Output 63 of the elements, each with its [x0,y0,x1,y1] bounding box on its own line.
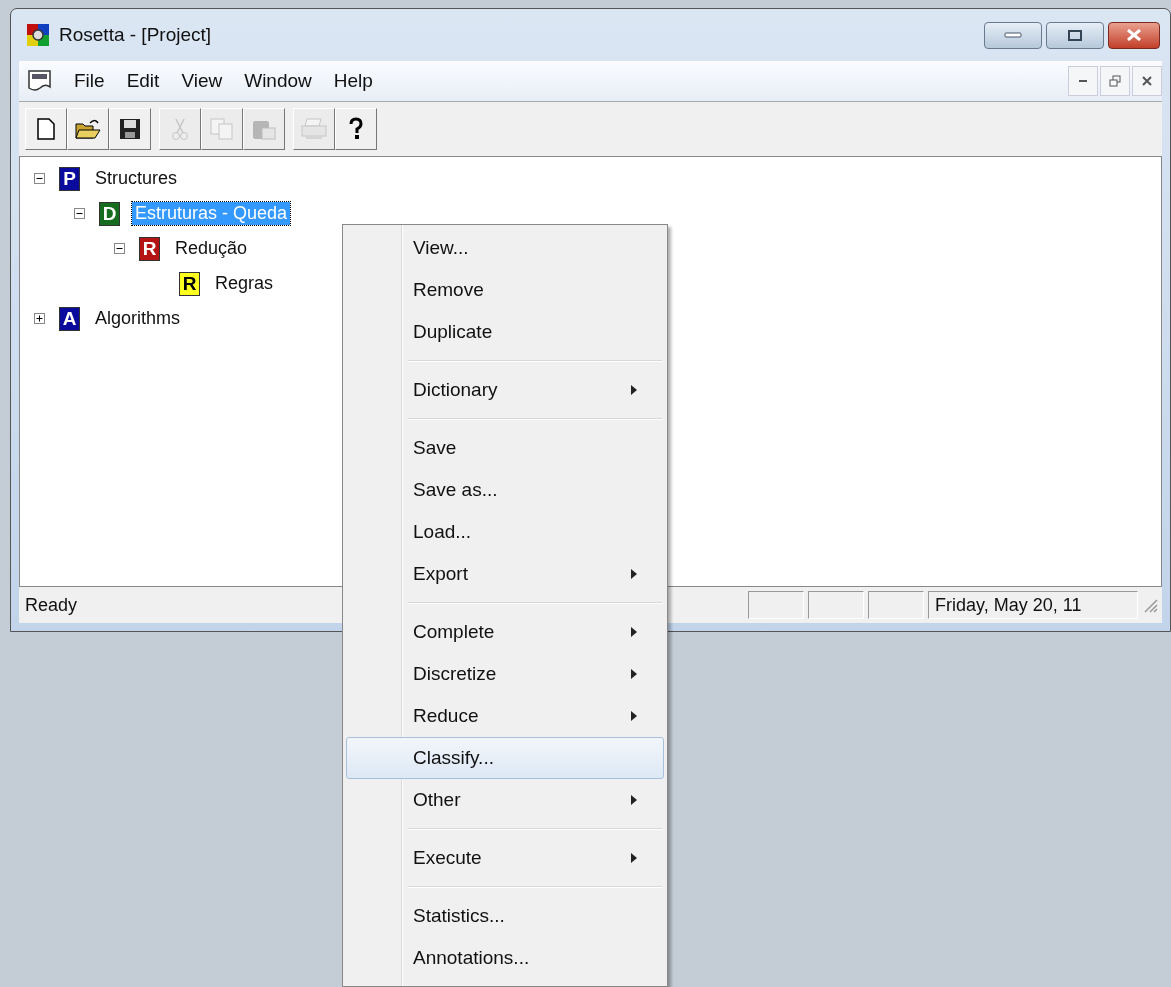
node-badge: P [59,166,80,191]
close-icon [1126,29,1142,41]
page-icon [37,118,55,140]
window-title: Rosetta - [Project] [59,24,212,46]
expand-icon[interactable] [34,313,45,324]
close-icon [1142,76,1152,86]
minimize-button[interactable] [984,21,1042,49]
menu-item[interactable]: Execute [346,837,664,879]
tree-item[interactable]: Structures [92,167,181,190]
folder-icon [75,118,101,140]
menu-item[interactable]: Classify... [346,737,664,779]
status-pane [868,591,924,619]
collapse-icon[interactable] [34,173,45,184]
menu-item[interactable]: View... [346,227,664,269]
status-date: Friday, May 20, 11 [928,591,1138,619]
open-tool-button[interactable] [67,108,109,150]
menu-item[interactable]: Other [346,779,664,821]
minimize-icon [1078,79,1088,83]
menu-item[interactable]: View [170,66,234,96]
status-pane [748,591,804,619]
node-badge: A [59,306,80,331]
menu-item[interactable]: Load... [346,511,664,553]
close-button[interactable] [1108,21,1160,49]
save-tool-button[interactable] [109,108,151,150]
help-tool-button[interactable] [335,108,377,150]
document-icon[interactable] [27,69,53,93]
collapse-icon[interactable] [114,243,125,254]
menu-item[interactable]: Save [346,427,664,469]
menu-item[interactable]: Remove [346,269,664,311]
app-icon [27,24,49,46]
copy-icon [210,118,234,140]
menu-item[interactable]: Complete [346,611,664,653]
tree-item[interactable]: Redução [172,237,251,260]
question-mark-icon [348,117,364,141]
menu-item[interactable]: Annotations... [346,937,664,979]
menu-item[interactable]: Duplicate [346,311,664,353]
status-pane [808,591,864,619]
menu-item[interactable]: Dictionary [346,369,664,411]
restore-icon [1109,75,1121,87]
collapse-icon[interactable] [74,208,85,219]
menu-item[interactable]: Export [346,553,664,595]
menu-item[interactable]: Edit [115,66,171,96]
menu-item[interactable]: Reduce [346,695,664,737]
resize-grip-icon[interactable] [1142,597,1158,613]
menu-item[interactable]: Save as... [346,469,664,511]
minimize-icon [1004,32,1022,38]
menu-item[interactable]: Help [322,66,384,96]
status-text: Ready [25,594,78,616]
scissors-icon [171,117,189,141]
new-tool-button[interactable] [25,108,67,150]
node-badge: D [99,201,120,226]
menu-item[interactable]: Window [233,66,323,96]
maximize-button[interactable] [1046,21,1104,49]
menu-item[interactable]: Statistics... [346,895,664,937]
maximize-icon [1068,29,1082,41]
menu-item[interactable]: Discretize [346,653,664,695]
clipboard-icon [252,118,276,140]
tree-item[interactable]: Regras [212,272,277,295]
tree-item[interactable]: Algorithms [92,307,184,330]
printer-icon [301,118,327,140]
node-badge: R [179,271,200,296]
node-badge: R [139,236,160,261]
menu-item[interactable]: File [63,66,116,96]
